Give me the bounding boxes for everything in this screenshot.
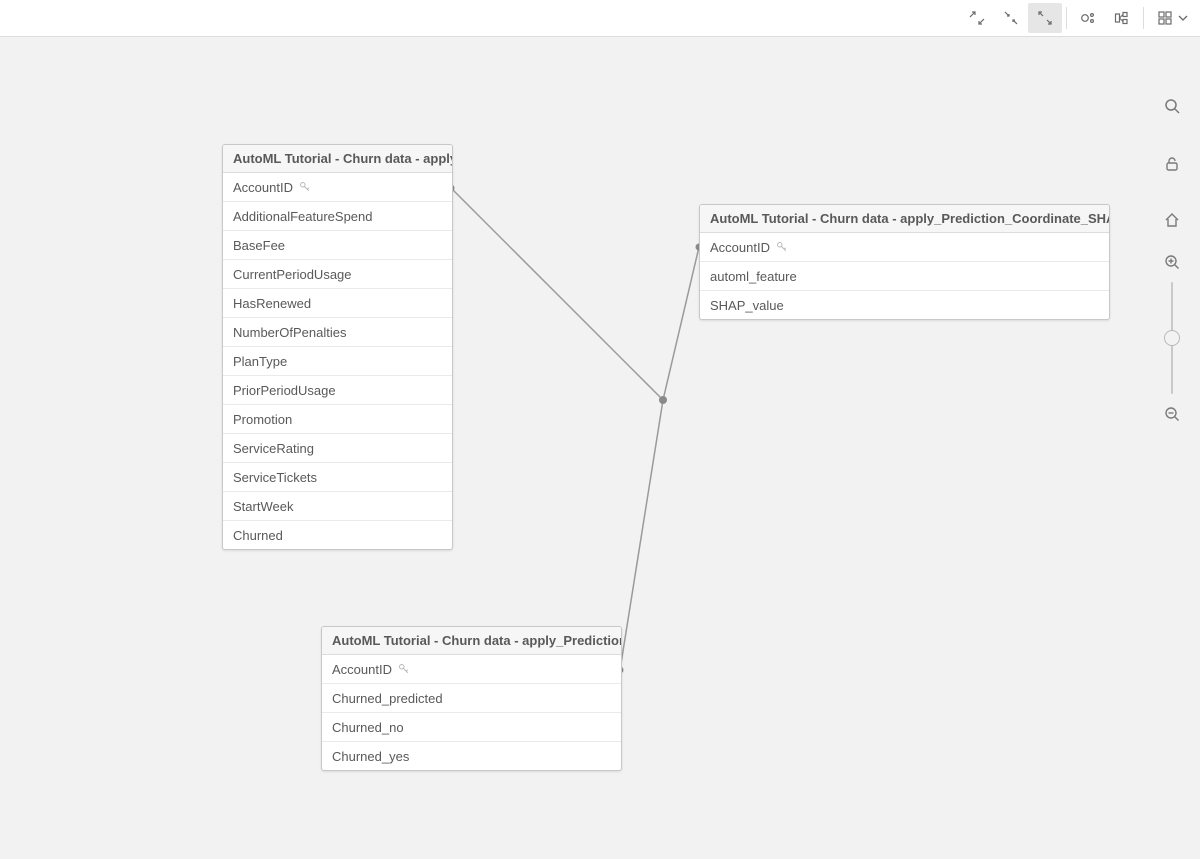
field-row[interactable]: Churned_yes: [322, 742, 621, 770]
field-name: StartWeek: [233, 499, 293, 514]
field-name: PlanType: [233, 354, 287, 369]
field-name: HasRenewed: [233, 296, 311, 311]
field-name: AccountID: [710, 240, 770, 255]
table-title: AutoML Tutorial - Churn data - apply_Pre…: [700, 205, 1109, 233]
field-name: NumberOfPenalties: [233, 325, 346, 340]
field-row[interactable]: AccountID: [223, 173, 452, 202]
data-model-canvas[interactable]: AutoML Tutorial - Churn data - apply Acc…: [0, 36, 1200, 859]
table-card-prediction[interactable]: AutoML Tutorial - Churn data - apply_Pre…: [321, 626, 622, 771]
view-mode-icon[interactable]: [1148, 3, 1182, 33]
right-tool-column: [1158, 92, 1186, 428]
collapse-icon[interactable]: [960, 3, 994, 33]
field-row[interactable]: HasRenewed: [223, 289, 452, 318]
field-row[interactable]: PriorPeriodUsage: [223, 376, 452, 405]
field-name: automl_feature: [710, 269, 797, 284]
field-name: AccountID: [332, 662, 392, 677]
field-row[interactable]: SHAP_value: [700, 291, 1109, 319]
field-row[interactable]: AccountID: [700, 233, 1109, 262]
table-card-apply[interactable]: AutoML Tutorial - Churn data - apply Acc…: [222, 144, 453, 550]
view-mode-caret-icon[interactable]: [1178, 11, 1188, 26]
key-icon: [776, 241, 788, 253]
key-icon: [398, 663, 410, 675]
field-row[interactable]: StartWeek: [223, 492, 452, 521]
search-icon[interactable]: [1158, 92, 1186, 120]
layout-bubble-icon[interactable]: [1071, 3, 1105, 33]
field-row[interactable]: CurrentPeriodUsage: [223, 260, 452, 289]
expand-icon[interactable]: [1028, 3, 1062, 33]
field-name: AccountID: [233, 180, 293, 195]
layout-grid-icon[interactable]: [1105, 3, 1139, 33]
field-name: Churned_no: [332, 720, 404, 735]
field-name: PriorPeriodUsage: [233, 383, 336, 398]
field-row[interactable]: Churned: [223, 521, 452, 549]
zoom-in-icon[interactable]: [1158, 248, 1186, 276]
zoom-out-icon[interactable]: [1158, 400, 1186, 428]
top-toolbar: [0, 0, 1200, 37]
field-name: Churned: [233, 528, 283, 543]
field-name: AdditionalFeatureSpend: [233, 209, 373, 224]
field-row[interactable]: Churned_predicted: [322, 684, 621, 713]
field-row[interactable]: AdditionalFeatureSpend: [223, 202, 452, 231]
field-name: Promotion: [233, 412, 292, 427]
zoom-slider[interactable]: [1171, 282, 1173, 394]
field-row[interactable]: ServiceTickets: [223, 463, 452, 492]
field-row[interactable]: BaseFee: [223, 231, 452, 260]
table-card-shap[interactable]: AutoML Tutorial - Churn data - apply_Pre…: [699, 204, 1110, 320]
field-name: ServiceRating: [233, 441, 314, 456]
field-name: BaseFee: [233, 238, 285, 253]
table-title: AutoML Tutorial - Churn data - apply_Pre…: [322, 627, 621, 655]
field-row[interactable]: AccountID: [322, 655, 621, 684]
unlock-icon[interactable]: [1158, 150, 1186, 178]
key-icon: [299, 181, 311, 193]
field-name: SHAP_value: [710, 298, 784, 313]
field-row[interactable]: Churned_no: [322, 713, 621, 742]
field-name: ServiceTickets: [233, 470, 317, 485]
field-name: Churned_yes: [332, 749, 409, 764]
table-title: AutoML Tutorial - Churn data - apply: [223, 145, 452, 173]
zoom-slider-thumb[interactable]: [1164, 330, 1180, 346]
toolbar-separator: [1143, 7, 1144, 29]
home-icon[interactable]: [1158, 206, 1186, 234]
field-row[interactable]: NumberOfPenalties: [223, 318, 452, 347]
toolbar-separator: [1066, 7, 1067, 29]
field-name: CurrentPeriodUsage: [233, 267, 352, 282]
field-row[interactable]: PlanType: [223, 347, 452, 376]
field-row[interactable]: ServiceRating: [223, 434, 452, 463]
field-name: Churned_predicted: [332, 691, 443, 706]
field-row[interactable]: automl_feature: [700, 262, 1109, 291]
field-row[interactable]: Promotion: [223, 405, 452, 434]
collapse-all-icon[interactable]: [994, 3, 1028, 33]
